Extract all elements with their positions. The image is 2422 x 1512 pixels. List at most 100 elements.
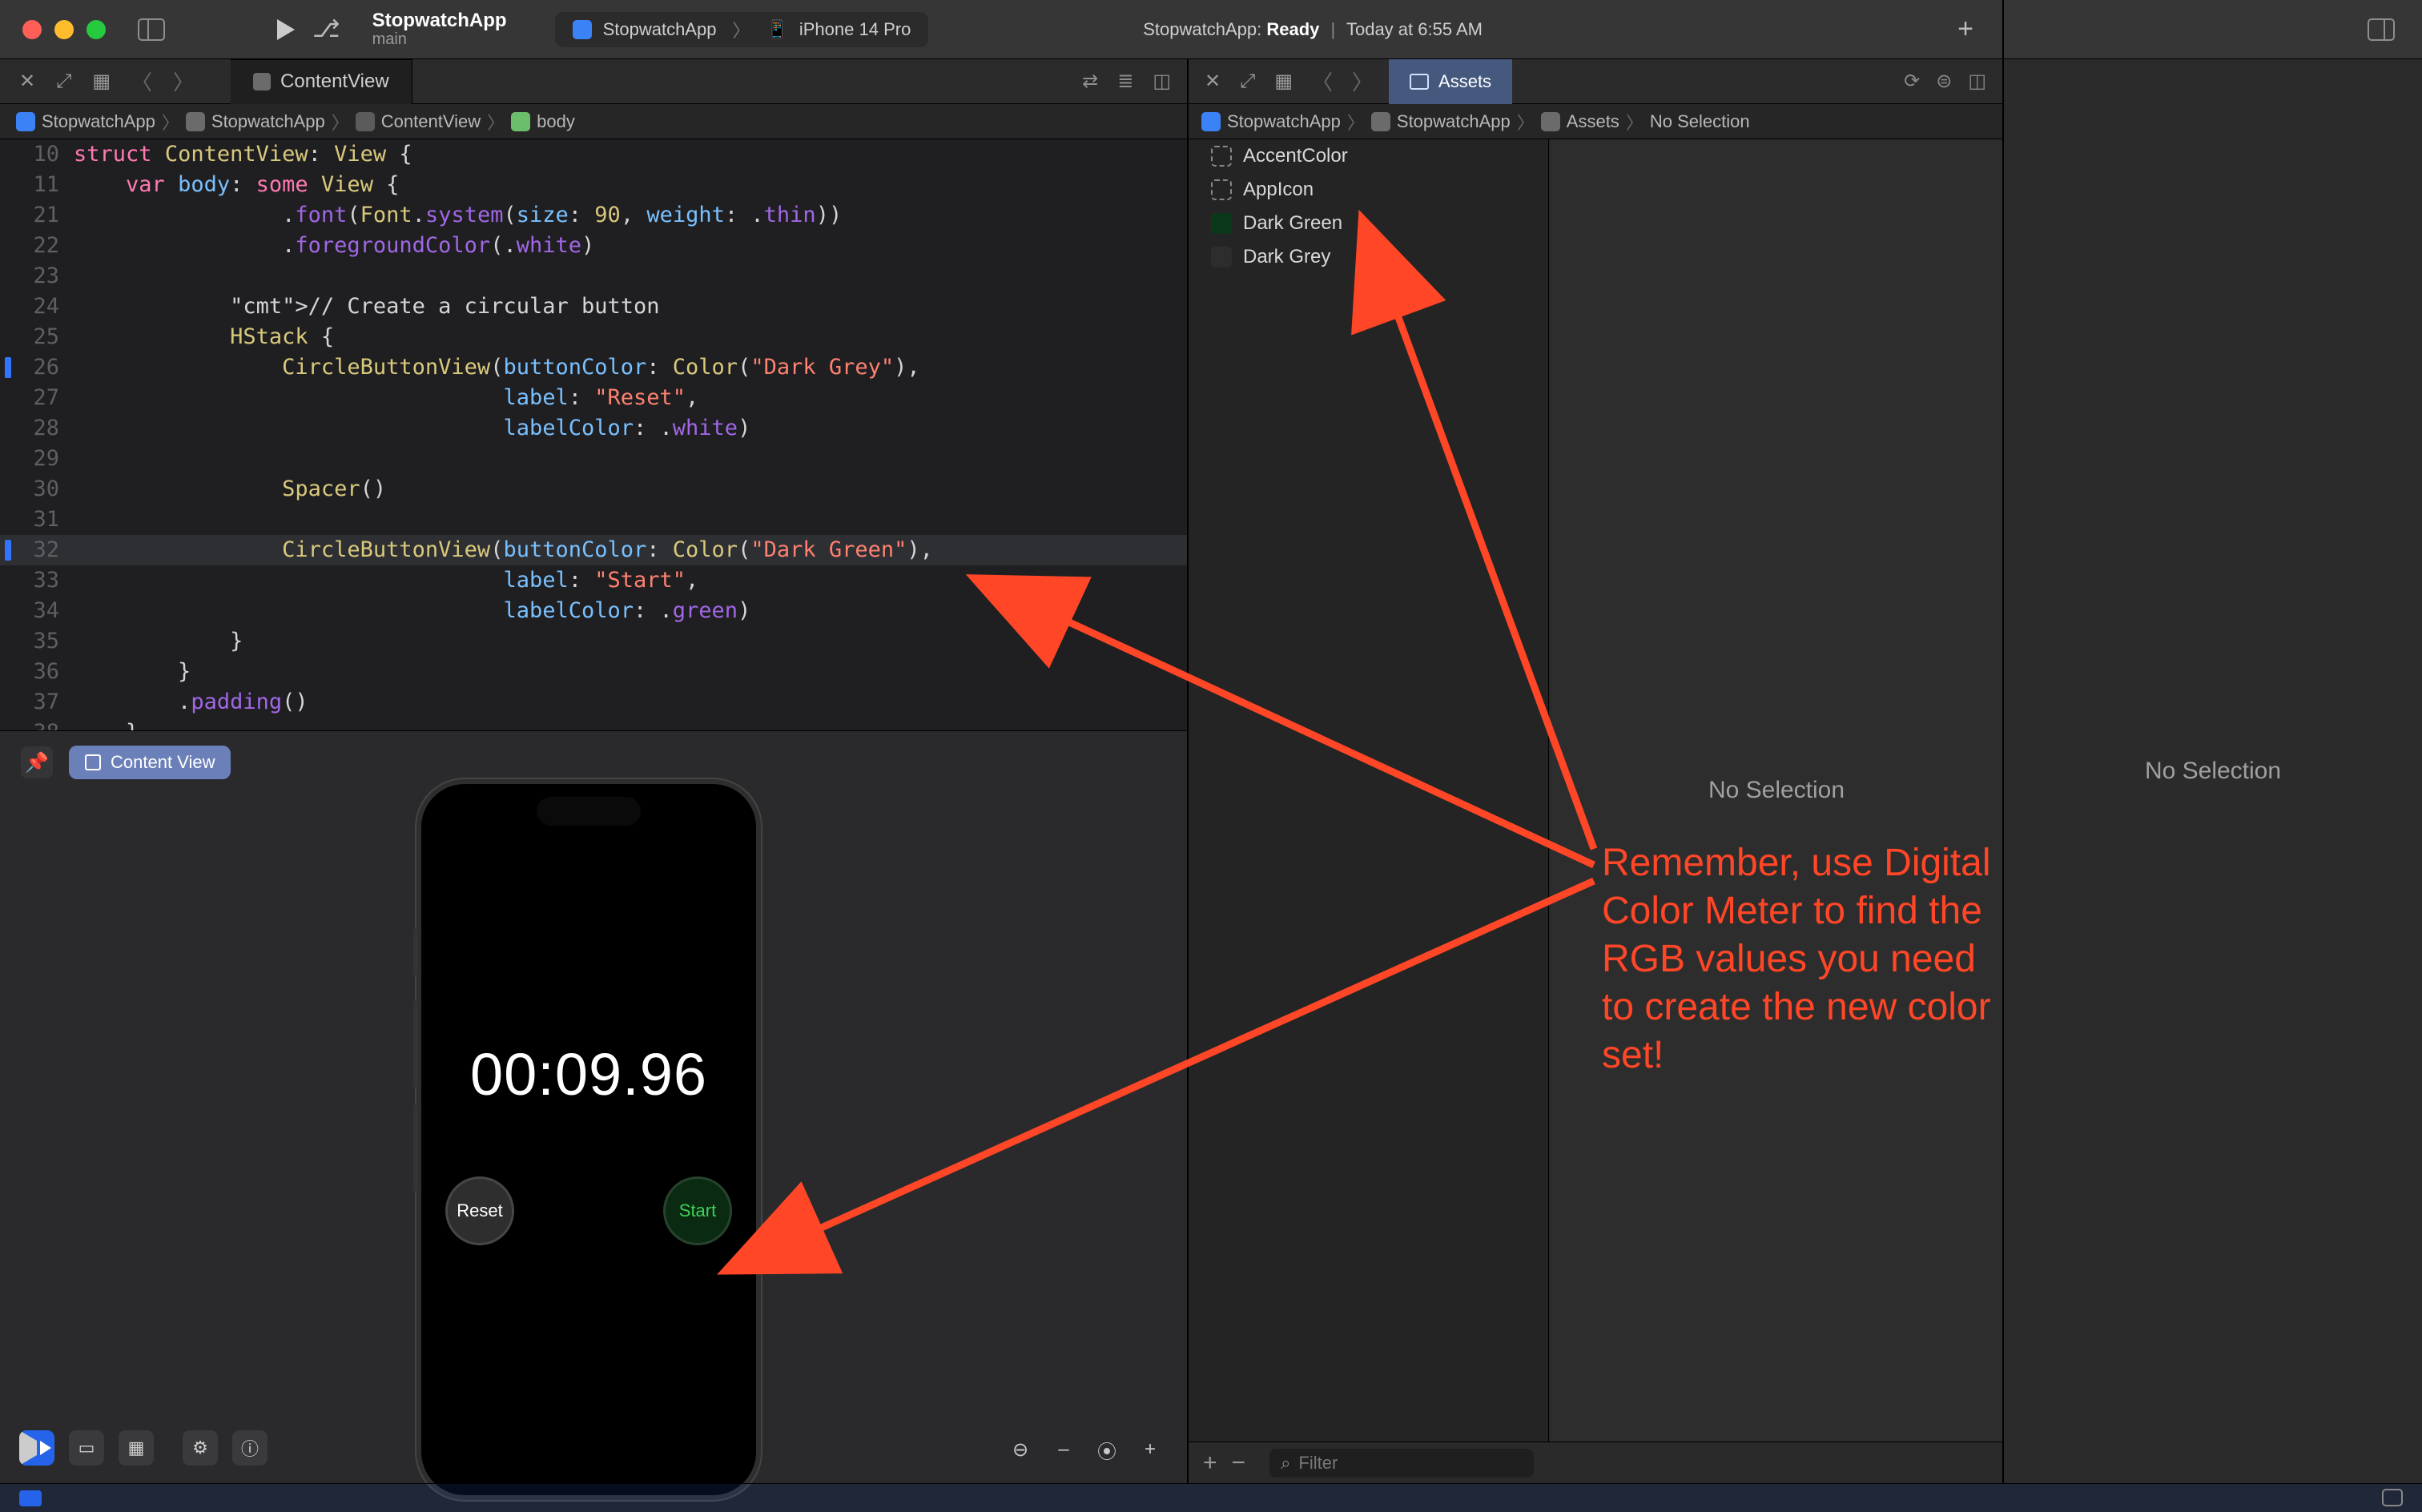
split-editor-icon[interactable]: ◫ (1153, 70, 1171, 93)
asset-detail: No Selection (1551, 139, 2002, 1442)
branch-name: main (372, 30, 507, 49)
zoom-actual-icon[interactable]: ⦿ (1091, 1434, 1123, 1466)
appicon-icon (1211, 179, 1232, 200)
asset-row-appicon[interactable]: AppIcon (1189, 173, 1548, 207)
start-label: Start (679, 1200, 716, 1221)
preview-options-button[interactable]: ⓘ (232, 1430, 268, 1466)
focus-mode-icon[interactable]: ⤢ (56, 70, 71, 93)
add-asset-button[interactable]: + (1203, 1450, 1217, 1477)
selectable-preview-button[interactable]: ▭ (69, 1430, 104, 1466)
filter-placeholder: Filter (1298, 1453, 1338, 1474)
zoom-window-button[interactable] (86, 20, 106, 39)
assets-jump-bar[interactable]: StopwatchApp 〉 StopwatchApp 〉 Assets 〉 N… (1189, 104, 2002, 139)
preview-label: Content View (111, 752, 215, 773)
assets-pane: ✕ ⤢ ▦ 〈 〉 Assets ⟳ ⊜ ◫ StopwatchApp 〉 St… (1189, 59, 2002, 1483)
device-outline-icon (85, 754, 101, 770)
swift-icon (356, 112, 375, 131)
adjust-editor-icon[interactable]: ≣ (1117, 70, 1133, 93)
split-icon[interactable]: ◫ (1968, 70, 1986, 93)
status-time: Today at 6:55 AM (1346, 19, 1483, 39)
reset-label: Reset (457, 1200, 502, 1221)
variants-button[interactable]: ▦ (119, 1430, 154, 1466)
device-settings-button[interactable]: ⚙ (183, 1430, 218, 1466)
start-button[interactable]: Start (663, 1176, 732, 1245)
toggle-navigator-icon[interactable] (138, 18, 165, 41)
toggle-inspector-icon[interactable] (2368, 18, 2395, 41)
jump-bar[interactable]: StopwatchApp 〉 StopwatchApp 〉 ContentVie… (0, 104, 1187, 139)
file-tab-label: ContentView (280, 70, 389, 93)
editor-tabbar: ✕ ⤢ ▦ 〈 〉 ContentView ⇄ ≣ ◫ (0, 59, 1187, 104)
color-swatch-icon (1211, 247, 1232, 267)
assets-file-tab[interactable]: Assets (1389, 59, 1512, 104)
sync-icon[interactable]: ⟳ (1904, 70, 1920, 93)
nav-fwd-icon[interactable]: 〉 (173, 66, 194, 96)
scheme-selector[interactable]: StopwatchApp 〉 📱 iPhone 14 Pro (555, 12, 929, 47)
grid-icon[interactable]: ▦ (92, 70, 111, 93)
editor-pane: ✕ ⤢ ▦ 〈 〉 ContentView ⇄ ≣ ◫ StopwatchApp… (0, 59, 1187, 1483)
live-preview-button[interactable] (19, 1430, 54, 1466)
status-app: StopwatchApp: (1143, 19, 1261, 39)
jump-seg-3[interactable]: body (537, 111, 575, 132)
assets-icon (1410, 74, 1429, 90)
device-preview[interactable]: 00:09.96 Reset Start (416, 779, 761, 1500)
jump-seg-1[interactable]: StopwatchApp (211, 111, 325, 132)
asset-filter-field[interactable]: ⌕ Filter (1269, 1449, 1534, 1478)
asset-list: AccentColor AppIcon Dark Green Dark Grey (1189, 139, 1549, 1442)
property-icon (511, 112, 530, 131)
assets-jump-1[interactable]: StopwatchApp (1397, 111, 1511, 132)
grid-icon[interactable]: ▦ (1274, 70, 1293, 93)
asset-label: Dark Grey (1243, 246, 1330, 268)
code-editor[interactable]: 10struct ContentView: View {11 var body:… (0, 139, 1187, 730)
debug-indicator-icon[interactable] (19, 1490, 42, 1506)
scheme-branch-icon[interactable]: ⎇ (312, 15, 340, 43)
asset-row-darkgrey[interactable]: Dark Grey (1189, 240, 1548, 274)
jump-seg-0[interactable]: StopwatchApp (42, 111, 155, 132)
asset-row-darkgreen[interactable]: Dark Green (1189, 207, 1548, 240)
adjust-icon[interactable]: ⊜ (1936, 70, 1952, 93)
inspector-pane: No Selection (2004, 59, 2422, 1483)
sync-icon[interactable]: ⇄ (1082, 70, 1098, 93)
assets-cat-icon (1541, 112, 1560, 131)
asset-label: AppIcon (1243, 179, 1314, 201)
reset-button[interactable]: Reset (445, 1176, 514, 1245)
zoom-in-icon[interactable]: + (1134, 1434, 1166, 1466)
assets-jump-3[interactable]: No Selection (1650, 111, 1750, 132)
jump-seg-2[interactable]: ContentView (381, 111, 481, 132)
colorset-icon (1211, 146, 1232, 167)
minimize-window-button[interactable] (54, 20, 74, 39)
project-title-block[interactable]: StopwatchApp main (372, 10, 507, 49)
bottom-bar (0, 1483, 2422, 1512)
nav-fwd-icon[interactable]: 〉 (1352, 66, 1373, 96)
preview-selector[interactable]: Content View (69, 746, 231, 779)
zoom-out-full-icon[interactable]: ⊖ (1004, 1434, 1036, 1466)
assets-jump-2[interactable]: Assets (1567, 111, 1619, 132)
color-swatch-icon (1211, 213, 1232, 234)
close-tab-icon[interactable]: ✕ (19, 70, 35, 93)
pin-preview-button[interactable]: 📌 (21, 746, 53, 778)
close-tab-icon[interactable]: ✕ (1205, 70, 1221, 93)
titlebar: ⎇ StopwatchApp main StopwatchApp 〉 📱 iPh… (0, 0, 2422, 59)
file-tab-contentview[interactable]: ContentView (231, 59, 412, 104)
project-icon (1201, 112, 1221, 131)
run-button[interactable] (277, 19, 295, 40)
status-state: Ready (1266, 19, 1319, 39)
close-window-button[interactable] (22, 20, 42, 39)
asset-row-accentcolor[interactable]: AccentColor (1189, 139, 1548, 173)
filter-icon: ⌕ (1281, 1453, 1290, 1474)
assets-jump-0[interactable]: StopwatchApp (1227, 111, 1341, 132)
toggle-debug-area-icon[interactable] (2382, 1489, 2403, 1506)
folder-icon (1371, 112, 1390, 131)
remove-asset-button[interactable]: − (1232, 1450, 1246, 1477)
focus-mode-icon[interactable]: ⤢ (1240, 70, 1255, 93)
nav-back-icon[interactable]: 〈 (131, 66, 152, 96)
stopwatch-time: 00:09.96 (421, 1040, 756, 1108)
dynamic-island (537, 797, 641, 826)
new-tab-button[interactable]: + (1957, 14, 1973, 45)
zoom-out-icon[interactable]: – (1048, 1434, 1080, 1466)
nav-back-icon[interactable]: 〈 (1312, 66, 1333, 96)
annotation-text: Remember, use Digital Color Meter to fin… (1602, 839, 2018, 1080)
no-selection-label: No Selection (2145, 758, 2281, 785)
activity-status: StopwatchApp: Ready | Today at 6:55 AM (1143, 19, 1483, 40)
swift-file-icon (253, 73, 271, 90)
assets-tab-label: Assets (1438, 71, 1491, 92)
